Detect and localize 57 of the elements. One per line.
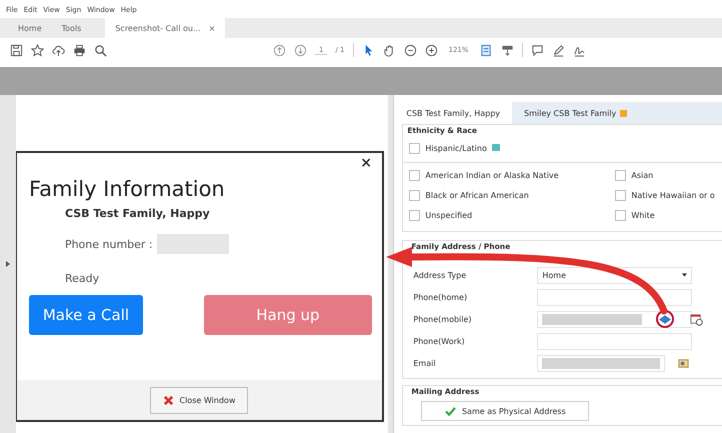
checkbox[interactable]	[615, 210, 626, 220]
input-field[interactable]	[537, 354, 666, 372]
checkmark-icon	[444, 406, 456, 416]
record-tab[interactable]: Smiley CSB Test Family	[512, 102, 640, 124]
search-icon[interactable]	[94, 44, 107, 56]
field-label: Address Type	[412, 270, 468, 280]
input-field[interactable]	[537, 332, 692, 350]
zoom-in-icon[interactable]	[424, 44, 438, 56]
scroll-mode-icon[interactable]	[500, 44, 514, 56]
checkbox-label: Unspecified	[425, 210, 472, 220]
comment-icon[interactable]	[530, 44, 544, 56]
close-window-button[interactable]: Close Window	[150, 386, 248, 414]
calendar-clock-icon[interactable]	[690, 312, 704, 326]
zoom-out-icon[interactable]	[404, 44, 417, 56]
cloud-upload-icon[interactable]	[52, 44, 65, 56]
app-tab[interactable]: Home	[8, 18, 52, 38]
expand-panel-icon[interactable]	[6, 261, 10, 267]
call-button[interactable]: Make a Call	[28, 295, 143, 335]
family-name: CSB Test Family, Happy	[64, 207, 211, 220]
star-icon[interactable]	[31, 44, 44, 56]
field-label: Email	[412, 358, 437, 368]
same-as-physical-button[interactable]: Same as Physical Address	[421, 401, 590, 421]
diamond-icon	[659, 314, 672, 324]
checkbox[interactable]	[409, 170, 420, 180]
checkbox[interactable]	[409, 210, 420, 220]
hand-icon[interactable]	[382, 44, 396, 56]
checkbox-label: American Indian or Alaska Native	[425, 170, 559, 180]
checkbox-label: White	[631, 210, 655, 220]
close-icon	[163, 394, 174, 406]
checkbox-label: Asian	[631, 170, 654, 180]
checkbox[interactable]	[409, 142, 420, 154]
record-tab[interactable]: CSB Test Family, Happy	[394, 102, 512, 124]
checkbox[interactable]	[409, 190, 420, 200]
input-field[interactable]	[537, 288, 692, 306]
close-button[interactable]: ×	[360, 155, 372, 171]
close-tab-button[interactable]: ×	[208, 24, 216, 32]
dialog-title: Family Information	[28, 177, 226, 201]
field-label: Phone(Work)	[412, 336, 466, 346]
app-tab[interactable]: Screenshot- Call ou... ×	[105, 18, 226, 38]
checkbox-label: Black or African American	[425, 190, 529, 200]
pen-icon[interactable]	[552, 44, 565, 56]
checkbox[interactable]	[615, 190, 626, 200]
print-icon[interactable]	[73, 44, 86, 56]
field-label: Phone(mobile)	[412, 314, 473, 324]
phone-label: Phone number :	[64, 238, 153, 250]
save-icon[interactable]	[10, 44, 23, 56]
checkbox[interactable]	[615, 170, 626, 180]
app-tab[interactable]: Tools	[52, 18, 92, 38]
checkbox-label: Native Hawaiian or o	[631, 190, 715, 200]
checkbox-label: Hispanic/Latino	[425, 144, 487, 152]
input-field[interactable]	[537, 310, 692, 328]
contact-card-icon[interactable]	[677, 356, 690, 370]
tag-icon	[492, 144, 500, 152]
caret-icon[interactable]	[682, 273, 688, 277]
field-label: Phone(home)	[412, 292, 468, 302]
call-status: Ready	[64, 272, 100, 285]
page-fit-icon[interactable]	[480, 44, 493, 56]
